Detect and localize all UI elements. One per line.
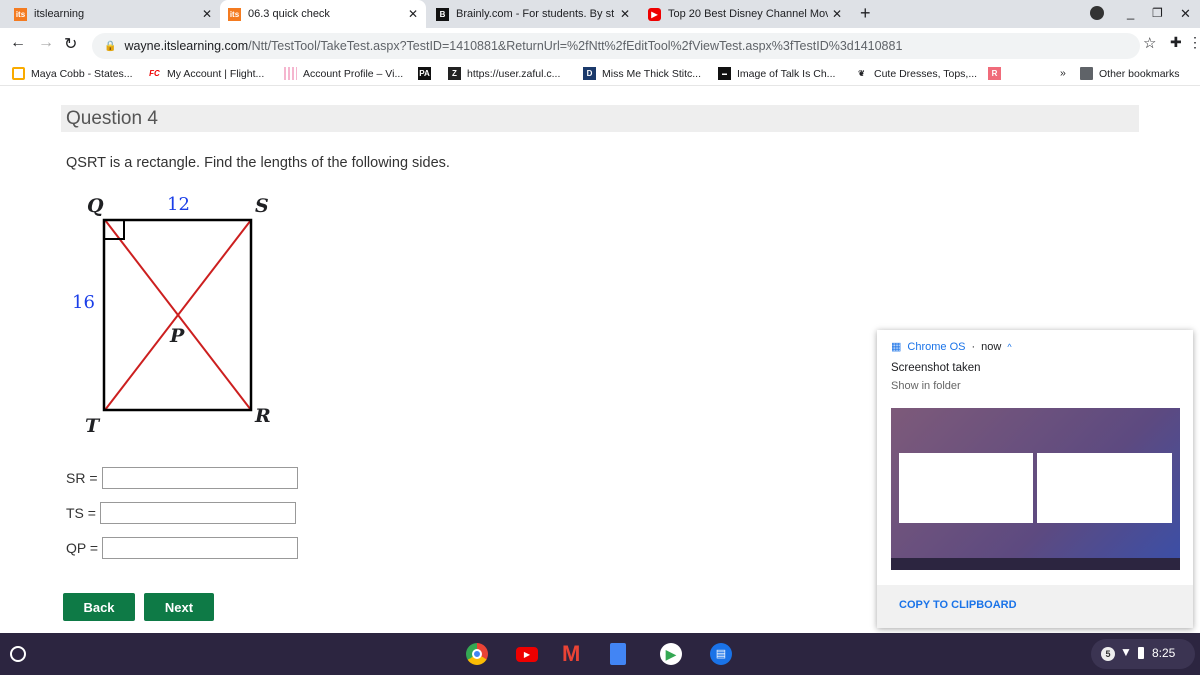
close-window-button[interactable]: ✕ [1180, 6, 1191, 22]
bookmark[interactable]: Maya Cobb - States... [12, 67, 133, 80]
bookmark[interactable]: Account Profile – Vi... [284, 67, 403, 80]
reload-icon[interactable]: ↻ [64, 34, 77, 54]
more-bookmarks-button[interactable]: » [1060, 67, 1066, 79]
extensions-icon[interactable]: ✚ [1170, 34, 1182, 51]
v-icon: ❦ [858, 69, 865, 78]
vs-icon [284, 67, 297, 80]
maximize-button[interactable]: ❐ [1152, 6, 1163, 20]
bookmark[interactable]: Zhttps://user.zaful.c... [448, 67, 560, 80]
bookmark[interactable]: R [988, 67, 1001, 80]
side-length-top: 12 [167, 194, 190, 215]
sr-input[interactable] [101, 467, 298, 489]
its-icon: its [228, 7, 241, 21]
chrome-os-icon: ▦ [891, 341, 902, 353]
vertex-s: S [255, 195, 269, 217]
profile-icon[interactable] [1090, 6, 1104, 20]
image-icon: ▬ [718, 67, 731, 80]
messages-app-icon[interactable]: ▤ [710, 643, 732, 665]
qp-input[interactable] [102, 537, 299, 559]
bookmarks-bar: Maya Cobb - States... FC My Account | Fli… [0, 62, 1200, 86]
its-icon: its [14, 7, 27, 21]
forward-arrow-icon[interactable]: → [38, 34, 54, 52]
play-store-app-icon[interactable]: ▶ [660, 643, 682, 665]
ts-input[interactable] [99, 502, 296, 524]
brainly-icon: B [436, 7, 449, 21]
youtube-icon: ▶ [648, 7, 661, 21]
back-arrow-icon[interactable]: ← [10, 34, 26, 52]
fc-icon: FC [149, 69, 160, 78]
notification-count-badge[interactable]: 5 [1101, 647, 1115, 661]
address-bar[interactable]: 🔒 wayne.itslearning.com/Ntt/TestTool/Take… [92, 33, 1140, 59]
clock[interactable]: 8:25 [1152, 646, 1175, 660]
back-button[interactable]: Back [63, 593, 135, 621]
close-tab-icon[interactable]: ✕ [408, 7, 418, 21]
tab-brainly[interactable]: B Brainly.com - For students. By st ✕ [428, 0, 638, 28]
youtube-app-icon[interactable]: ▶ [516, 647, 538, 662]
bookmark[interactable]: ▬ Image of Talk Is Ch... [718, 67, 835, 80]
notification-title: Screenshot taken [891, 362, 981, 374]
copy-to-clipboard-button[interactable]: COPY TO CLIPBOARD [899, 599, 1017, 611]
new-tab-button[interactable]: + [860, 3, 871, 24]
minimize-button[interactable]: _ [1127, 5, 1134, 20]
vertex-r: R [255, 405, 271, 427]
tab-quick-check[interactable]: its 06.3 quick check ✕ [220, 0, 426, 28]
question-header: Question 4 [61, 105, 1139, 132]
star-icon[interactable]: ☆ [1143, 34, 1156, 52]
screenshot-thumbnail[interactable] [891, 408, 1180, 570]
launcher-icon[interactable] [10, 646, 26, 662]
zaful-icon: Z [448, 67, 461, 80]
ts-row: TS = [66, 502, 296, 524]
bookmark[interactable]: ❦ Cute Dresses, Tops,... [855, 67, 977, 80]
r-icon: R [988, 67, 1001, 80]
question-prompt: QSRT is a rectangle. Find the lengths of… [66, 155, 450, 171]
side-length-left: 16 [72, 292, 95, 313]
lock-icon: 🔒 [104, 40, 117, 52]
gmail-app-icon[interactable]: M [562, 643, 584, 665]
tab-itslearning[interactable]: its itslearning ✕ [6, 0, 220, 28]
menu-icon[interactable]: ⋮ [1188, 34, 1200, 51]
pa-icon: PA [418, 67, 431, 80]
rectangle-diagram [102, 218, 253, 412]
shelf: 5 ▼ 8:25 [0, 633, 1200, 675]
screenshot-notification[interactable]: ▦ Chrome OS · now ^ Screenshot taken Sho… [877, 330, 1193, 628]
bookmark[interactable]: FC My Account | Flight... [148, 67, 264, 80]
close-tab-icon[interactable]: ✕ [620, 7, 630, 21]
other-bookmarks[interactable]: Other bookmarks [1080, 67, 1180, 80]
tab-strip: its itslearning ✕ its 06.3 quick check ✕ B Br… [0, 0, 1200, 28]
slides-icon [12, 67, 25, 80]
next-button[interactable]: Next [144, 593, 214, 621]
sr-row: SR = [66, 467, 298, 489]
bookmark[interactable]: PA [418, 67, 431, 80]
tab-youtube[interactable]: ▶ Top 20 Best Disney Channel Mov ✕ [640, 0, 850, 28]
show-in-folder-link[interactable]: Show in folder [891, 380, 961, 392]
close-tab-icon[interactable]: ✕ [832, 7, 842, 21]
collapse-chevron-icon[interactable]: ^ [1007, 342, 1011, 352]
bookmark[interactable]: D Miss Me Thick Stitc... [583, 67, 701, 80]
vertex-t: T [85, 415, 100, 437]
docs-app-icon[interactable] [610, 643, 626, 665]
chrome-app-icon[interactable] [466, 643, 488, 665]
wifi-icon[interactable]: ▼ [1120, 645, 1132, 659]
vertex-p: P [170, 325, 185, 347]
battery-icon[interactable] [1138, 647, 1144, 659]
close-tab-icon[interactable]: ✕ [202, 7, 212, 21]
vertex-q: Q [87, 195, 104, 217]
qp-row: QP = [66, 537, 299, 559]
folder-icon [1080, 67, 1093, 80]
d-icon: D [583, 67, 596, 80]
